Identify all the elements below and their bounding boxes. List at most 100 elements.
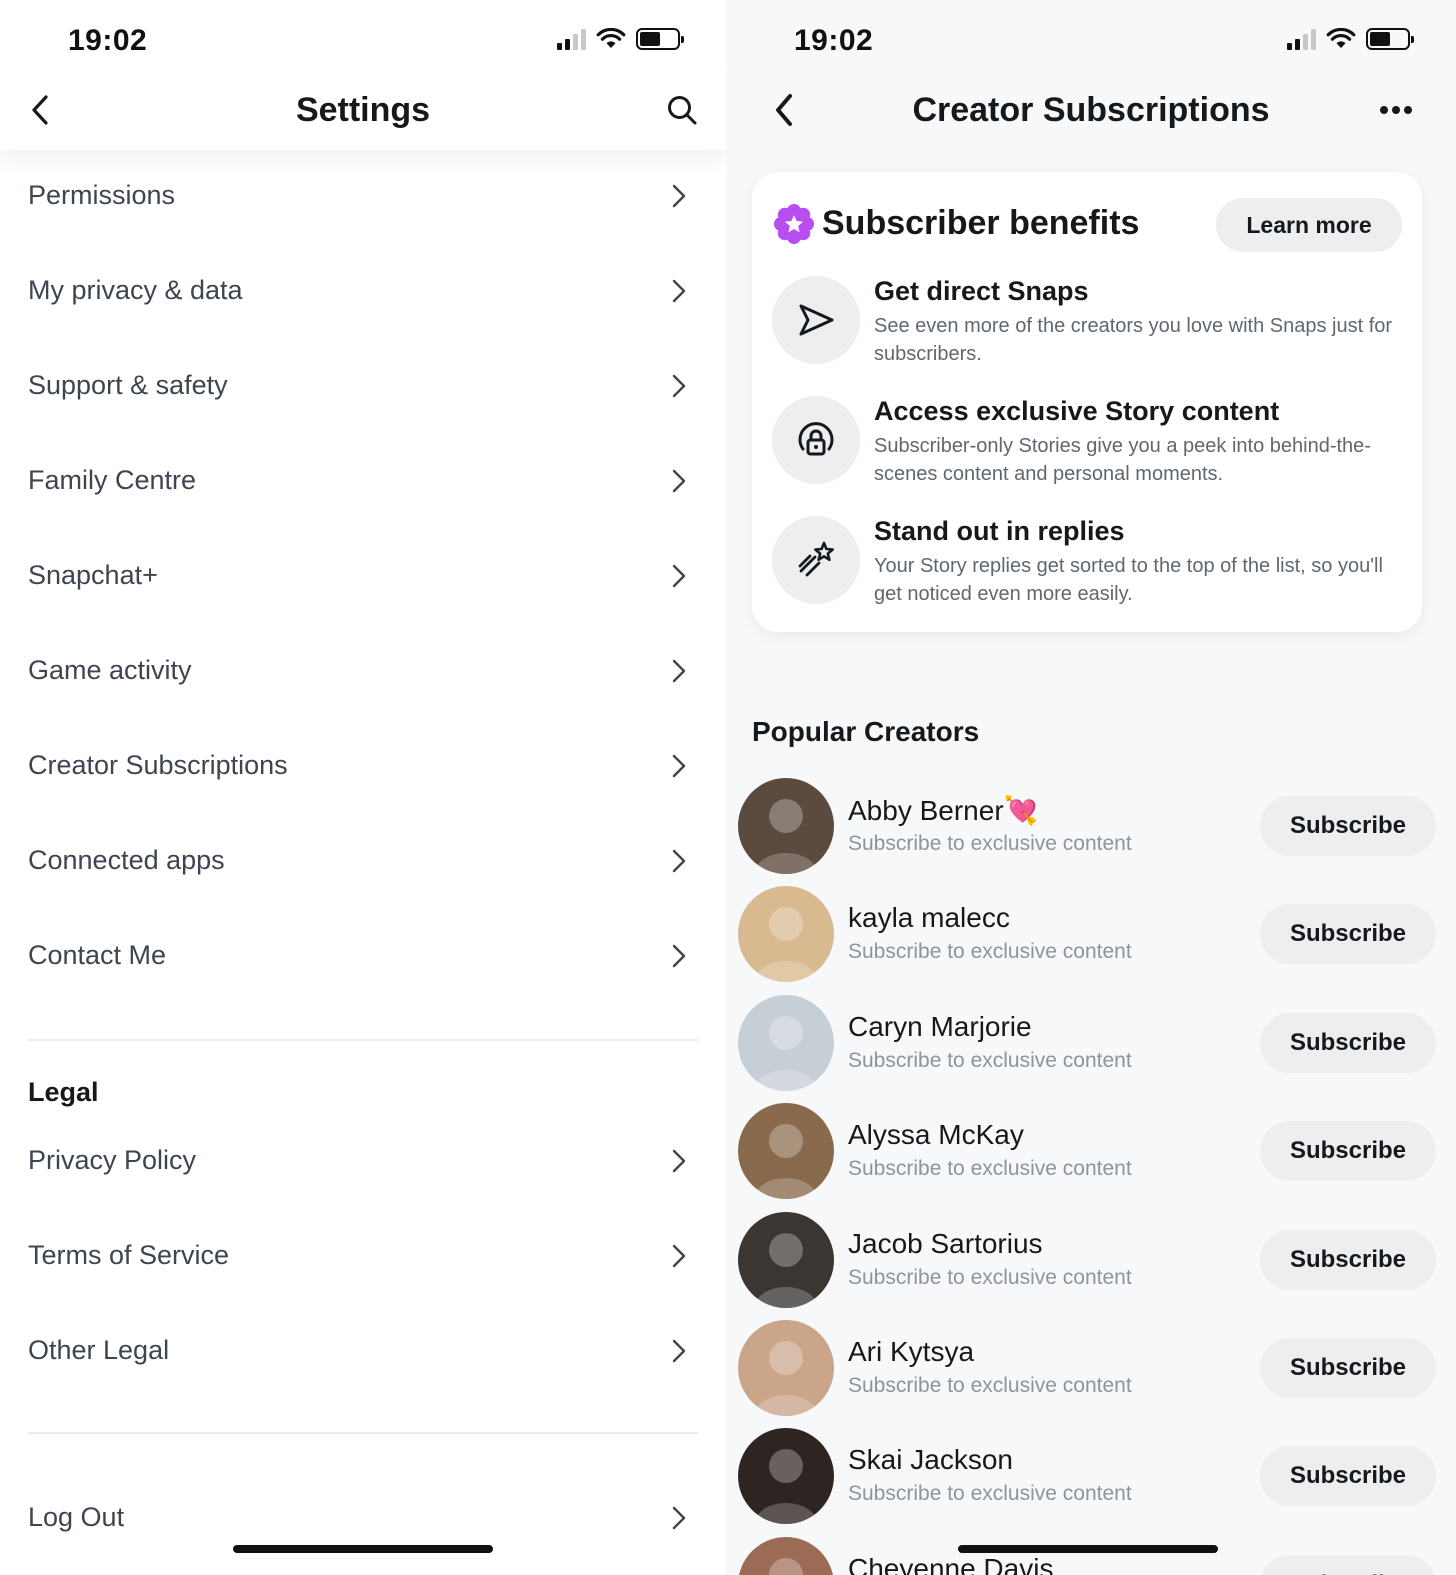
creator-subscriptions-screen: 19:02 Creator Subscriptions Subscriber b… xyxy=(726,0,1456,1575)
creator-row[interactable]: Abby Berner💘 Subscribe to exclusive conte… xyxy=(738,778,1456,886)
home-indicator xyxy=(958,1545,1218,1553)
avatar[interactable] xyxy=(738,1428,834,1525)
settings-item-support-safety[interactable]: Support & safety xyxy=(28,338,698,433)
cellular-signal-icon xyxy=(1287,28,1316,50)
status-time: 19:02 xyxy=(794,24,874,57)
settings-item-label: Support & safety xyxy=(28,370,228,400)
creator-row[interactable]: Skai Jackson Subscribe to exclusive conte… xyxy=(738,1428,1456,1536)
legal-section-title: Legal xyxy=(28,1077,99,1107)
avatar[interactable] xyxy=(738,1319,834,1416)
creator-emoji: 💘 xyxy=(1003,795,1039,826)
chevron-right-icon xyxy=(666,753,692,779)
avatar[interactable] xyxy=(738,1536,834,1575)
settings-item-terms-of-service[interactable]: Terms of Service xyxy=(28,1208,698,1303)
chevron-left-icon xyxy=(32,95,48,125)
subscriber-benefits-card: Subscriber benefits Learn more Get direc… xyxy=(752,172,1422,632)
creator-subtitle: Subscribe to exclusive content xyxy=(848,1482,1132,1506)
benefit-title: Get direct Snaps xyxy=(874,276,1089,306)
chevron-right-icon xyxy=(666,468,692,494)
settings-item-label: Terms of Service xyxy=(28,1240,230,1270)
subscribe-button[interactable]: Subscribe xyxy=(1260,1337,1436,1398)
settings-item-connected-apps[interactable]: Connected apps xyxy=(28,813,698,908)
creator-name-text: Jacob Sartorius xyxy=(848,1227,1043,1259)
chevron-right-icon xyxy=(666,1148,692,1174)
creator-row[interactable]: Jacob Sartorius Subscribe to exclusive co… xyxy=(738,1211,1456,1320)
creator-row[interactable]: kayla malecc Subscribe to exclusive conte… xyxy=(738,886,1456,994)
chevron-right-icon xyxy=(666,563,692,589)
benefits-title: Subscriber benefits xyxy=(822,204,1140,242)
settings-item-label: Family Centre xyxy=(28,465,197,495)
settings-item-snapchat[interactable]: Snapchat+ xyxy=(28,528,698,623)
settings-list: Permissions My privacy & data Support & sa… xyxy=(28,148,698,1565)
avatar[interactable] xyxy=(738,1103,834,1200)
benefit-description: Subscriber-only Stories give you a peek … xyxy=(874,435,1371,485)
status-icons xyxy=(557,28,684,50)
settings-item-contact-me[interactable]: Contact Me xyxy=(28,908,698,1003)
subscribe-button[interactable]: Subscribe xyxy=(1260,1446,1436,1507)
learn-more-button[interactable]: Learn more xyxy=(1216,198,1402,252)
battery-icon xyxy=(636,28,684,50)
settings-item-permissions[interactable]: Permissions xyxy=(28,148,698,243)
subscribe-button[interactable]: Subscribe xyxy=(1260,1554,1436,1575)
more-options-button[interactable] xyxy=(1370,84,1422,136)
settings-item-creator-subscriptions[interactable]: Creator Subscriptions xyxy=(28,718,698,813)
settings-item-game-activity[interactable]: Game activity xyxy=(28,623,698,718)
creator-header: Creator Subscriptions xyxy=(726,70,1456,150)
status-bar: 19:02 xyxy=(726,0,1456,80)
benefit-item: Get direct Snaps See even more of the cr… xyxy=(772,276,1402,386)
avatar[interactable] xyxy=(738,778,834,874)
creators-list: Abby Berner💘 Subscribe to exclusive conte… xyxy=(738,778,1456,1575)
lock-story-icon xyxy=(772,396,860,484)
subscribe-button[interactable]: Subscribe xyxy=(1260,904,1436,965)
creator-row[interactable]: Alyssa McKay Subscribe to exclusive conte… xyxy=(738,1103,1456,1211)
divider xyxy=(28,1432,698,1434)
popular-creators-title: Popular Creators xyxy=(752,716,980,747)
settings-item-other-legal[interactable]: Other Legal xyxy=(28,1303,698,1398)
creator-row[interactable]: Ari Kytsya Subscribe to exclusive content… xyxy=(738,1319,1456,1428)
settings-item-label: Other Legal xyxy=(28,1335,170,1365)
creator-row[interactable]: Caryn Marjorie Subscribe to exclusive con… xyxy=(738,994,1456,1103)
chevron-left-icon xyxy=(776,94,792,126)
avatar[interactable] xyxy=(738,994,834,1091)
creator-row[interactable]: Cheyenne Davis Subscribe xyxy=(738,1536,1456,1575)
subscribe-button[interactable]: Subscribe xyxy=(1260,1229,1436,1290)
logout-label: Log Out xyxy=(28,1502,125,1532)
wifi-icon xyxy=(596,28,626,48)
benefit-item: Stand out in replies Your Story replies … xyxy=(772,516,1402,626)
status-time: 19:02 xyxy=(68,24,148,57)
creator-name-text: Abby Berner xyxy=(848,795,1004,826)
creator-name-text: Skai Jackson xyxy=(848,1444,1013,1476)
avatar[interactable] xyxy=(738,1211,834,1308)
settings-item-family-centre[interactable]: Family Centre xyxy=(28,433,698,528)
chevron-right-icon xyxy=(666,1243,692,1269)
benefit-title: Access exclusive Story content xyxy=(874,396,1280,426)
avatar[interactable] xyxy=(738,886,834,983)
creator-subtitle: Subscribe to exclusive content xyxy=(848,940,1132,964)
creator-name-text: Alyssa McKay xyxy=(848,1119,1024,1151)
battery-icon xyxy=(1366,28,1414,50)
creator-name: kayla malecc xyxy=(848,902,1010,934)
subscriber-badge-icon xyxy=(774,204,814,244)
subscribe-button[interactable]: Subscribe xyxy=(1260,796,1436,856)
subscribe-button[interactable]: Subscribe xyxy=(1260,1121,1436,1182)
creator-subtitle: Subscribe to exclusive content xyxy=(848,1157,1132,1181)
settings-item-my-privacy-data[interactable]: My privacy & data xyxy=(28,243,698,338)
benefit-item: Access exclusive Story content Subscribe… xyxy=(772,396,1402,506)
creator-name: Abby Berner💘 xyxy=(848,794,1039,827)
subscribe-button[interactable]: Subscribe xyxy=(1260,1012,1436,1073)
chevron-right-icon xyxy=(666,943,692,969)
chevron-right-icon xyxy=(666,278,692,304)
settings-screen: 19:02 Settings Permissions My privacy & d… xyxy=(0,0,726,1575)
search-button[interactable] xyxy=(656,84,708,136)
creator-name: Ari Kytsya xyxy=(848,1336,974,1368)
creator-name-text: Cheyenne Davis xyxy=(848,1552,1054,1575)
settings-item-label: Connected apps xyxy=(28,845,225,875)
settings-item-privacy-policy[interactable]: Privacy Policy xyxy=(28,1113,698,1208)
settings-item-label: Privacy Policy xyxy=(28,1145,197,1175)
settings-item-label: Creator Subscriptions xyxy=(28,750,288,780)
send-arrow-icon xyxy=(772,276,860,364)
page-title: Creator Subscriptions xyxy=(912,90,1270,129)
settings-item-label: Game activity xyxy=(28,655,192,685)
back-button[interactable] xyxy=(758,84,810,136)
back-button[interactable] xyxy=(14,84,66,136)
